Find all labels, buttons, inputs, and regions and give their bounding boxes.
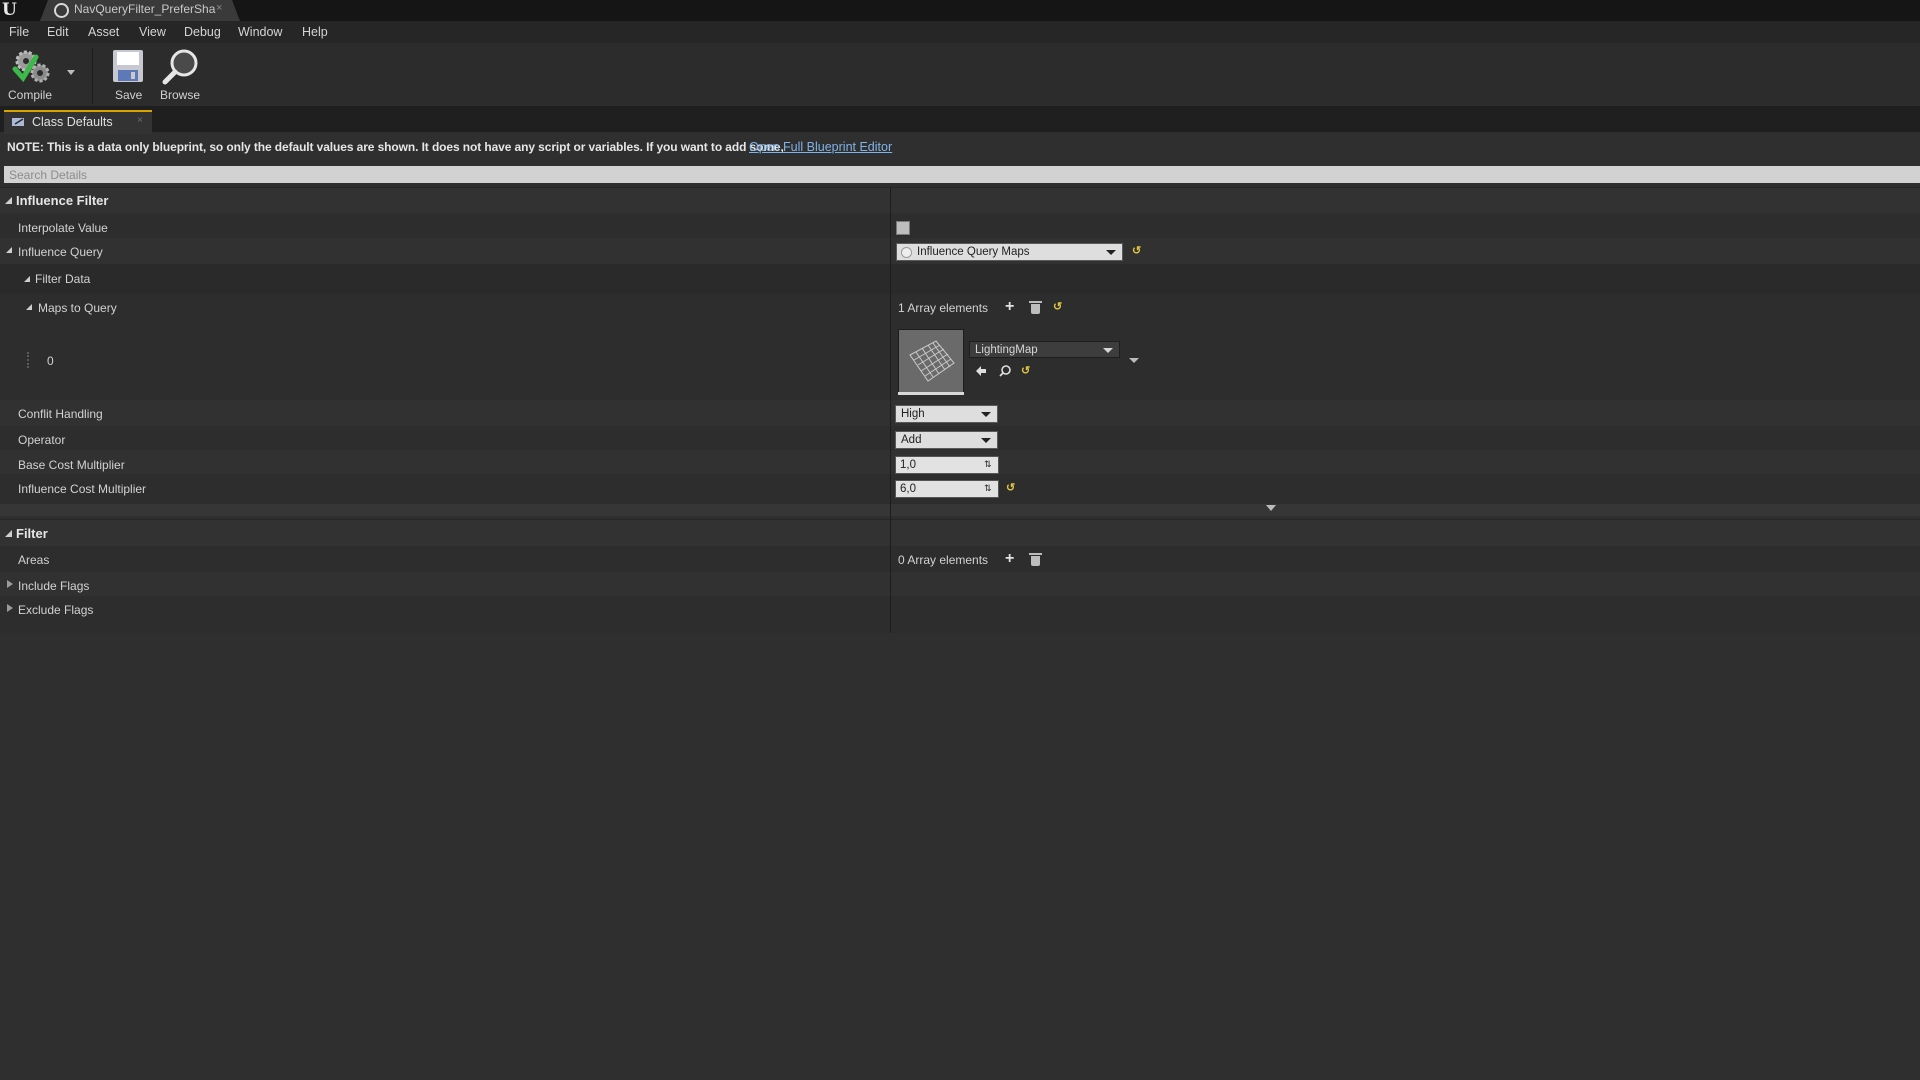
class-icon	[901, 247, 912, 258]
conflict-handling-label: Conflit Handling	[18, 407, 103, 421]
menu-file[interactable]: File	[9, 25, 29, 39]
base-cost-multiplier-value: 1,0	[900, 459, 916, 471]
influence-query-value: Influence Query Maps	[917, 246, 1030, 258]
clear-elements-trash-icon[interactable]	[1029, 553, 1042, 566]
toolbar	[0, 43, 1920, 106]
menu-window[interactable]: Window	[238, 25, 282, 39]
browse-button[interactable]: Browse	[160, 88, 200, 102]
element-options-chevron-down-icon[interactable]	[1129, 358, 1139, 363]
save-disk-icon[interactable]	[112, 49, 144, 83]
toolbar-divider	[92, 48, 93, 104]
chevron-down-icon	[981, 438, 991, 443]
save-button[interactable]: Save	[115, 88, 142, 102]
grid-texture-icon	[909, 340, 955, 382]
category-title: Filter	[16, 526, 48, 541]
advanced-section-bar[interactable]	[0, 504, 1920, 516]
conflict-handling-value: High	[901, 408, 925, 420]
array-index-label: 0	[47, 354, 54, 368]
category-filter[interactable]	[0, 519, 1920, 546]
browse-magnifier-icon[interactable]	[162, 48, 200, 86]
include-flags-label: Include Flags	[18, 579, 90, 593]
operator-label: Operator	[18, 433, 66, 447]
class-defaults-icon	[12, 118, 24, 126]
expand-triangle-icon[interactable]	[7, 604, 13, 612]
compile-button[interactable]: Compile	[8, 88, 52, 102]
collapse-triangle-icon[interactable]	[5, 197, 12, 204]
menu-debug[interactable]: Debug	[184, 25, 221, 39]
compile-options-chevron-down-icon[interactable]	[67, 70, 75, 75]
collapse-triangle-icon[interactable]	[6, 247, 12, 253]
asset-name: LightingMap	[975, 344, 1038, 356]
influence-query-label: Influence Query	[18, 245, 103, 259]
chevron-down-icon	[1106, 250, 1116, 255]
add-element-plus-icon[interactable]: +	[1005, 299, 1014, 315]
exclude-flags-label: Exclude Flags	[18, 603, 94, 617]
influence-query-combo[interactable]: Influence Query Maps	[896, 243, 1123, 261]
column-splitter[interactable]	[890, 187, 891, 633]
expand-triangle-icon[interactable]	[7, 580, 13, 588]
collapse-triangle-icon[interactable]	[26, 304, 32, 310]
subcategory-row	[0, 264, 1920, 294]
add-element-plus-icon[interactable]: +	[1005, 551, 1014, 567]
influence-cost-multiplier-value: 6,0	[900, 483, 916, 495]
open-full-blueprint-editor-link[interactable]: Open Full Blueprint Editor	[749, 140, 892, 154]
category-title: Influence Filter	[16, 193, 109, 208]
reset-to-default-icon[interactable]: ↺	[1053, 300, 1062, 313]
notice-text: NOTE: This is a data only blueprint, so …	[7, 140, 784, 154]
property-row	[0, 572, 1920, 596]
property-row	[0, 596, 1920, 633]
areas-label: Areas	[18, 553, 50, 567]
chevron-down-icon	[1103, 348, 1113, 353]
conflict-handling-combo[interactable]: High	[895, 405, 998, 423]
search-details-input[interactable]	[4, 166, 1920, 183]
operator-value: Add	[901, 434, 922, 446]
influence-cost-multiplier-label: Influence Cost Multiplier	[18, 482, 147, 496]
chevron-down-icon	[981, 412, 991, 417]
close-panel-tab-icon[interactable]: ×	[137, 115, 143, 126]
menu-edit[interactable]: Edit	[47, 25, 69, 39]
reset-to-default-icon[interactable]: ↺	[1006, 481, 1015, 494]
drag-handle-icon[interactable]	[27, 352, 31, 368]
menu-view[interactable]: View	[139, 25, 166, 39]
base-cost-multiplier-label: Base Cost Multiplier	[18, 458, 125, 472]
filter-data-label: Filter Data	[35, 272, 91, 286]
collapse-triangle-icon[interactable]	[5, 530, 12, 537]
close-tab-icon[interactable]: ×	[216, 2, 222, 14]
asset-picker-combo[interactable]: LightingMap	[969, 341, 1120, 358]
interpolate-value-label: Interpolate Value	[18, 221, 108, 235]
influence-cost-multiplier-input[interactable]: 6,0 ⇅	[895, 480, 999, 498]
category-influence-filter[interactable]	[0, 187, 1920, 213]
reset-to-default-icon[interactable]: ↺	[1132, 244, 1141, 257]
clear-elements-trash-icon[interactable]	[1029, 301, 1042, 314]
blueprint-asset-icon	[54, 3, 69, 18]
spinner-arrows-icon[interactable]: ⇅	[984, 459, 994, 469]
browse-to-asset-search-icon[interactable]	[999, 365, 1011, 377]
compile-gear-icon[interactable]	[12, 47, 52, 87]
menu-help[interactable]: Help	[302, 25, 328, 39]
tab-class-defaults-label: Class Defaults	[32, 115, 113, 129]
document-tab-title: NavQueryFilter_PreferSha	[74, 2, 216, 16]
menu-asset[interactable]: Asset	[88, 25, 119, 39]
panel-tab-strip	[0, 106, 1920, 132]
property-row	[0, 214, 1920, 238]
operator-combo[interactable]: Add	[895, 431, 998, 449]
array-count-text: 0 Array elements	[898, 553, 989, 567]
maps-to-query-label: Maps to Query	[38, 301, 117, 315]
array-count-text: 1 Array elements	[898, 301, 989, 315]
interpolate-value-checkbox[interactable]	[896, 221, 910, 235]
use-selected-arrow-icon[interactable]	[975, 365, 987, 377]
reset-to-default-icon[interactable]: ↺	[1021, 364, 1030, 377]
base-cost-multiplier-input[interactable]: 1,0 ⇅	[895, 456, 999, 474]
collapse-triangle-icon[interactable]	[24, 276, 30, 282]
title-bar	[0, 0, 1920, 21]
menu-bar	[0, 21, 1920, 43]
show-advanced-chevron-down-icon[interactable]	[1266, 505, 1276, 511]
unreal-logo-icon[interactable]: U	[2, 0, 24, 21]
asset-type-color-bar	[898, 392, 964, 395]
spinner-arrows-icon[interactable]: ⇅	[984, 483, 994, 493]
